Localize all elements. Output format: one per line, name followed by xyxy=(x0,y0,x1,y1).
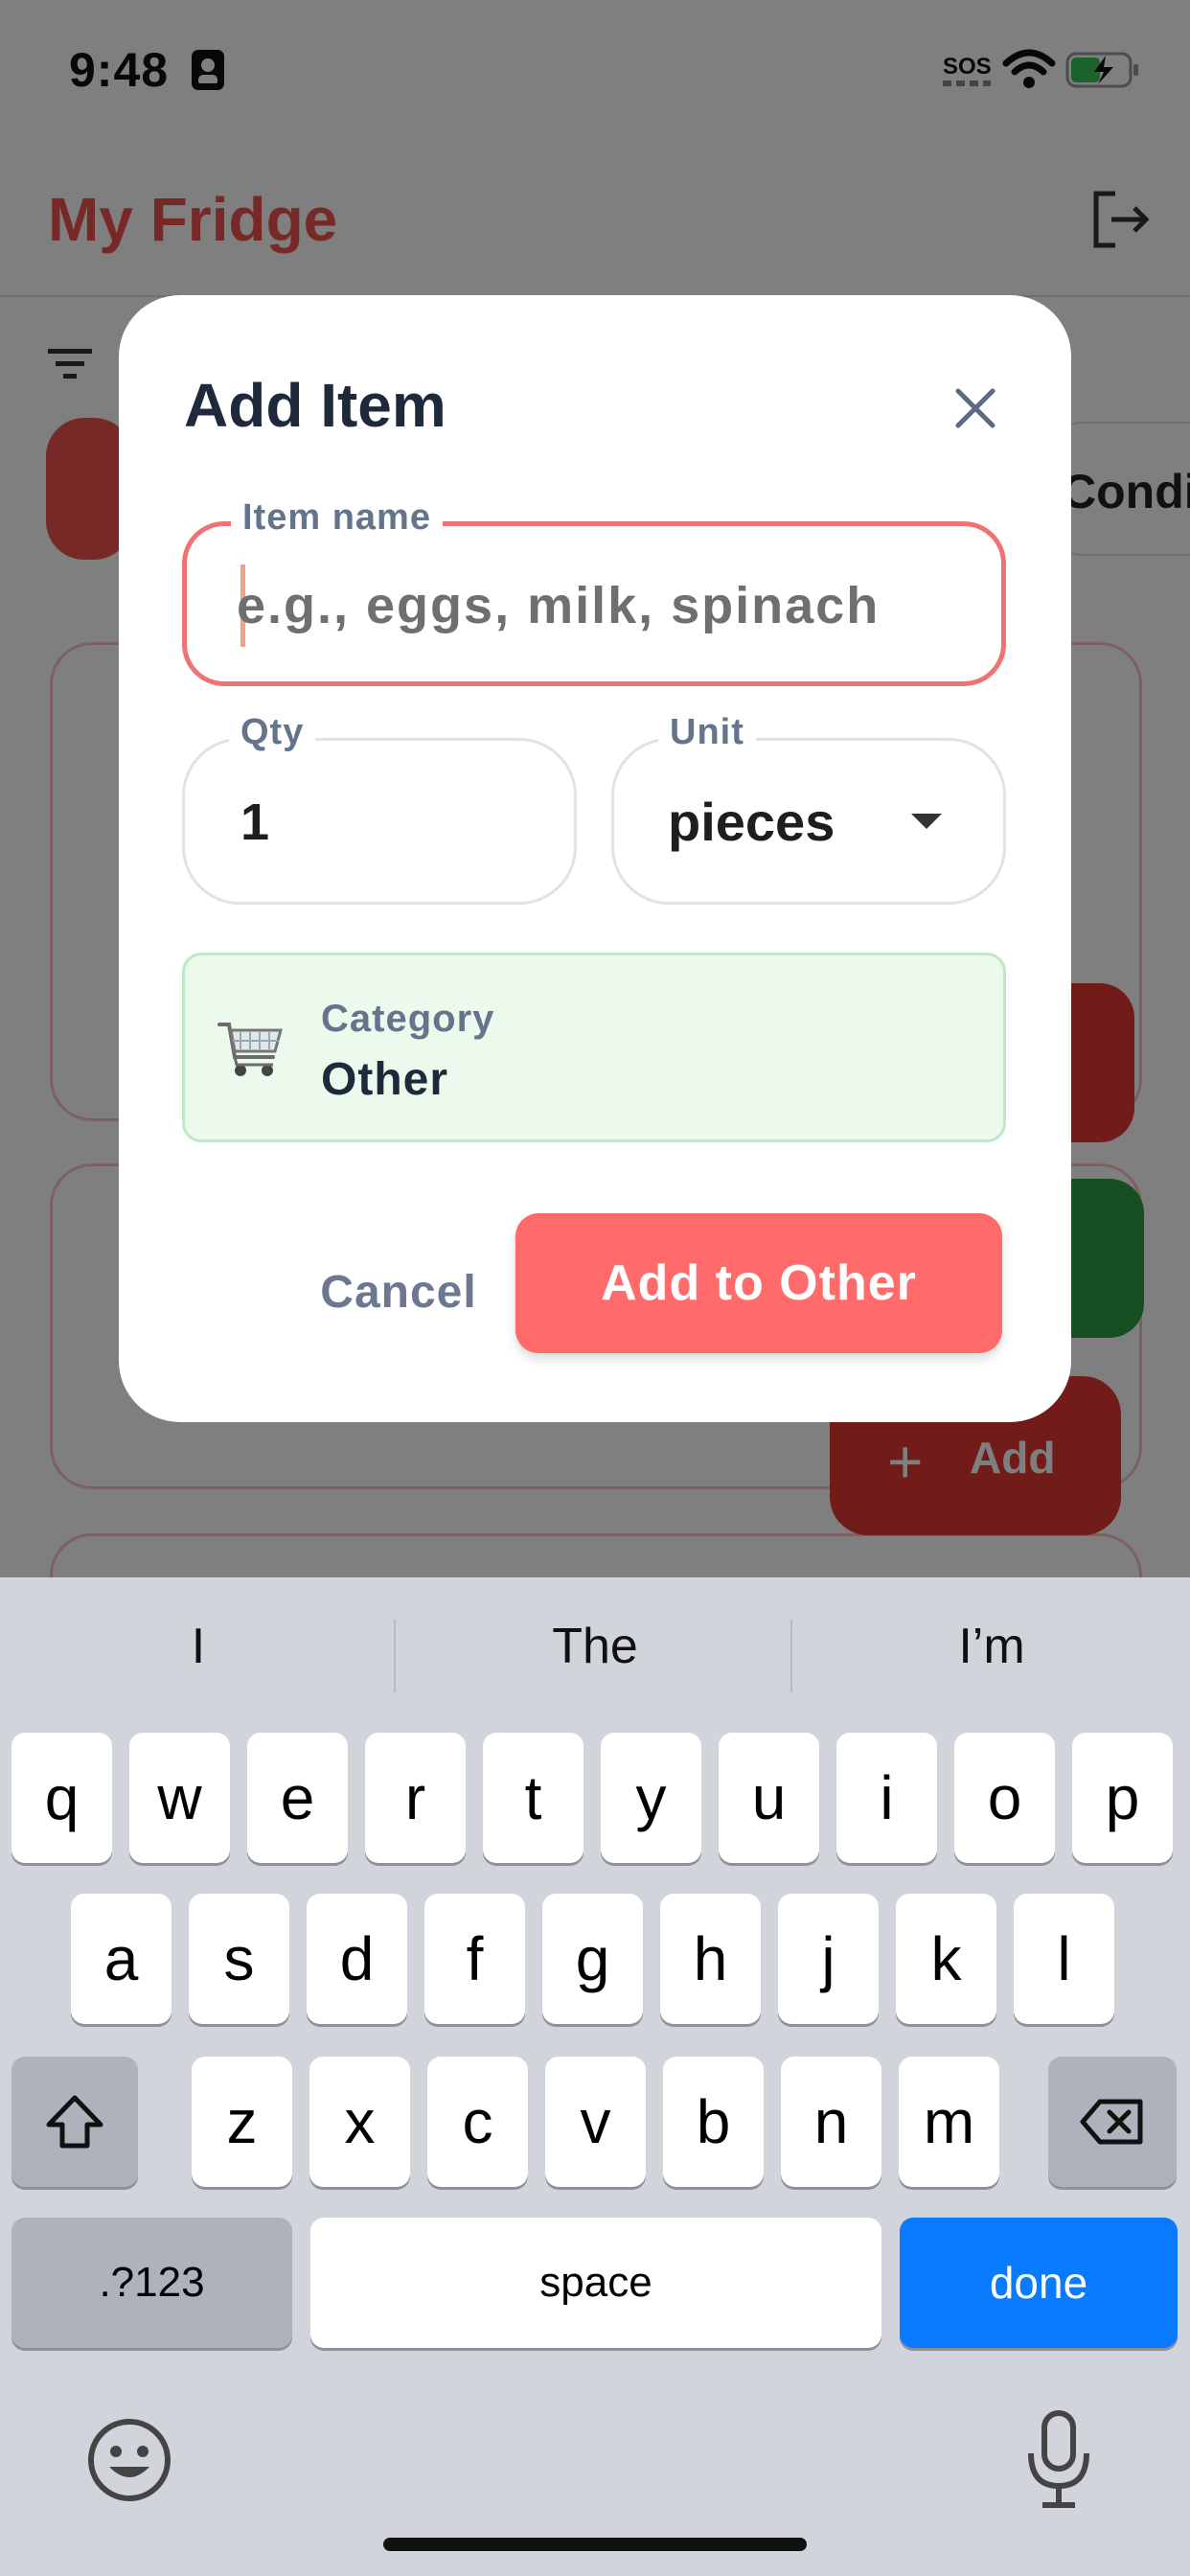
key-i[interactable]: i xyxy=(836,1733,937,1863)
key-h[interactable]: h xyxy=(660,1894,761,2024)
key-y[interactable]: y xyxy=(601,1733,701,1863)
item-name-input[interactable] xyxy=(237,564,994,647)
suggestion-item[interactable]: I xyxy=(7,1618,390,1675)
key-j[interactable]: j xyxy=(778,1894,879,2024)
suggestion-divider xyxy=(394,1620,396,1692)
space-key[interactable]: space xyxy=(310,2218,881,2348)
key-o[interactable]: o xyxy=(954,1733,1055,1863)
qty-value[interactable]: 1 xyxy=(240,793,269,852)
unit-select[interactable]: Unit pieces xyxy=(611,712,1006,905)
home-indicator[interactable] xyxy=(383,2538,807,2551)
add-to-category-button[interactable]: Add to Other xyxy=(515,1213,1002,1353)
key-n[interactable]: n xyxy=(781,2057,881,2187)
unit-value: pieces xyxy=(668,792,835,852)
qty-label: Qty xyxy=(229,712,316,753)
key-f[interactable]: f xyxy=(424,1894,525,2024)
cancel-button[interactable]: Cancel xyxy=(272,1246,525,1338)
chevron-down-icon[interactable] xyxy=(911,814,942,829)
suggestion-item[interactable]: I’m xyxy=(800,1618,1183,1675)
suggestion-divider xyxy=(790,1620,792,1692)
category-label: Category xyxy=(321,998,495,1040)
done-key[interactable]: done xyxy=(900,2218,1178,2348)
key-r[interactable]: r xyxy=(365,1733,466,1863)
category-display: Category Other xyxy=(182,953,1006,1142)
key-s[interactable]: s xyxy=(189,1894,289,2024)
mic-icon[interactable] xyxy=(1025,2409,1092,2511)
add-item-dialog: Add Item Item name Qty 1 Unit pieces xyxy=(119,295,1071,1422)
autocomplete-bar: I The I’m xyxy=(0,1577,1190,1721)
key-k[interactable]: k xyxy=(896,1894,996,2024)
key-c[interactable]: c xyxy=(427,2057,528,2187)
key-g[interactable]: g xyxy=(542,1894,643,2024)
qty-field[interactable]: Qty 1 xyxy=(182,712,577,905)
key-u[interactable]: u xyxy=(719,1733,819,1863)
key-a[interactable]: a xyxy=(71,1894,172,2024)
shift-key[interactable] xyxy=(11,2057,138,2187)
item-name-label: Item name xyxy=(231,497,443,539)
numbers-key[interactable]: .?123 xyxy=(11,2218,292,2348)
key-t[interactable]: t xyxy=(483,1733,584,1863)
key-e[interactable]: e xyxy=(247,1733,348,1863)
backspace-key[interactable] xyxy=(1048,2057,1177,2187)
emoji-icon[interactable] xyxy=(86,2417,172,2503)
key-b[interactable]: b xyxy=(663,2057,764,2187)
dialog-title: Add Item xyxy=(184,371,446,440)
key-l[interactable]: l xyxy=(1014,1894,1114,2024)
key-v[interactable]: v xyxy=(545,2057,646,2187)
unit-label: Unit xyxy=(658,712,756,753)
key-x[interactable]: x xyxy=(309,2057,410,2187)
key-q[interactable]: q xyxy=(11,1733,112,1863)
key-z[interactable]: z xyxy=(192,2057,292,2187)
key-d[interactable]: d xyxy=(307,1894,407,2024)
category-value: Other xyxy=(321,1054,449,1105)
shift-icon xyxy=(46,2095,103,2149)
key-p[interactable]: p xyxy=(1072,1733,1173,1863)
item-name-field[interactable]: Item name xyxy=(182,497,1006,686)
key-w[interactable]: w xyxy=(129,1733,230,1863)
backspace-icon xyxy=(1080,2099,1143,2145)
key-m[interactable]: m xyxy=(899,2057,999,2187)
close-icon[interactable] xyxy=(947,380,1004,437)
app-background: 9:48 SOS My Fridge Condi xyxy=(0,0,1190,2576)
system-keyboard: I The I’m qwertyuiop asdfghjkl zxcvbnm .?1… xyxy=(0,1577,1190,2576)
suggestion-item[interactable]: The xyxy=(403,1618,787,1675)
cart-icon xyxy=(217,1023,283,1076)
